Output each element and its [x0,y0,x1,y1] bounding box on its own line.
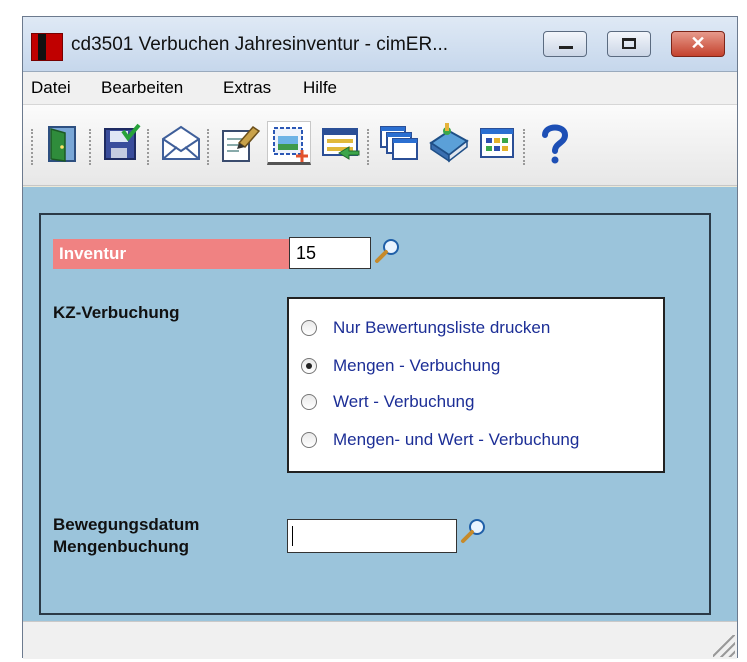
toolbar-separator [523,129,528,165]
main-window: cd3501 Verbuchen Jahresinventur - cimER.… [22,16,738,659]
menu-datei[interactable]: Datei [31,78,71,98]
app-icon [31,33,63,61]
kz-verbuchung-radio-group: Nur Bewertungsliste drucken Mengen - Ver… [287,297,665,473]
radio-button-checked[interactable] [301,358,317,374]
status-bar [23,621,737,659]
kz-verbuchung-label: KZ-Verbuchung [53,303,180,322]
save-icon[interactable] [99,121,143,165]
help-icon[interactable] [533,121,577,165]
inventur-input[interactable] [289,237,371,269]
radio-option-wert[interactable]: Wert - Verbuchung [301,389,474,415]
search-icon[interactable] [373,237,401,265]
minimize-icon [559,46,573,49]
radio-option-label: Mengen - Verbuchung [333,356,501,375]
maximize-button[interactable] [607,31,651,57]
maximize-icon [622,38,636,49]
toolbar-separator [207,129,212,165]
edit-form-icon[interactable] [217,121,261,165]
toolbar-separator [367,129,372,165]
toolbar [23,105,737,186]
radio-option-mengen-und-wert[interactable]: Mengen- und Wert - Verbuchung [301,427,579,453]
inventur-label: Inventur [53,239,289,269]
radio-option-mengen[interactable]: Mengen - Verbuchung [301,353,500,379]
bewegungsdatum-label: Bewegungsdatum [53,515,200,534]
window-title: cd3501 Verbuchen Jahresinventur - cimER.… [71,34,449,55]
radio-button[interactable] [301,432,317,448]
form-panel: Inventur KZ-Verbuchung Nur Bewertungslis… [23,187,737,621]
radio-option-bewertungsliste[interactable]: Nur Bewertungsliste drucken [301,315,550,341]
windows-stack-icon[interactable] [377,121,421,165]
menu-extras[interactable]: Extras [223,78,271,98]
toolbar-separator [89,129,94,165]
date-search-icon[interactable] [459,517,487,545]
close-button[interactable]: ✕ [671,31,725,57]
radio-option-label: Nur Bewertungsliste drucken [333,318,551,337]
menu-hilfe[interactable]: Hilfe [303,78,337,98]
list-import-icon[interactable] [319,121,363,165]
menu-bar: Datei Bearbeiten Extras Hilfe [23,72,737,105]
radio-option-label: Mengen- und Wert - Verbuchung [333,430,580,449]
bewegungsdatum-input[interactable] [287,519,457,553]
toolbar-separator [147,129,152,165]
grid-window-icon[interactable] [475,121,519,165]
text-cursor [292,526,293,546]
resize-grip-icon[interactable] [713,635,735,657]
close-icon: ✕ [690,33,706,53]
title-bar[interactable]: cd3501 Verbuchen Jahresinventur - cimER.… [23,17,737,72]
menu-bearbeiten[interactable]: Bearbeiten [101,78,183,98]
new-record-icon[interactable] [267,121,311,165]
mengenbuchung-label: Mengenbuchung [53,537,189,556]
mail-envelope-icon[interactable] [159,121,203,165]
exit-door-icon[interactable] [41,121,85,165]
radio-button[interactable] [301,320,317,336]
radio-button[interactable] [301,394,317,410]
minimize-button[interactable] [543,31,587,57]
radio-option-label: Wert - Verbuchung [333,392,475,411]
toolbar-grip[interactable] [31,129,36,165]
book-icon[interactable] [427,121,471,165]
